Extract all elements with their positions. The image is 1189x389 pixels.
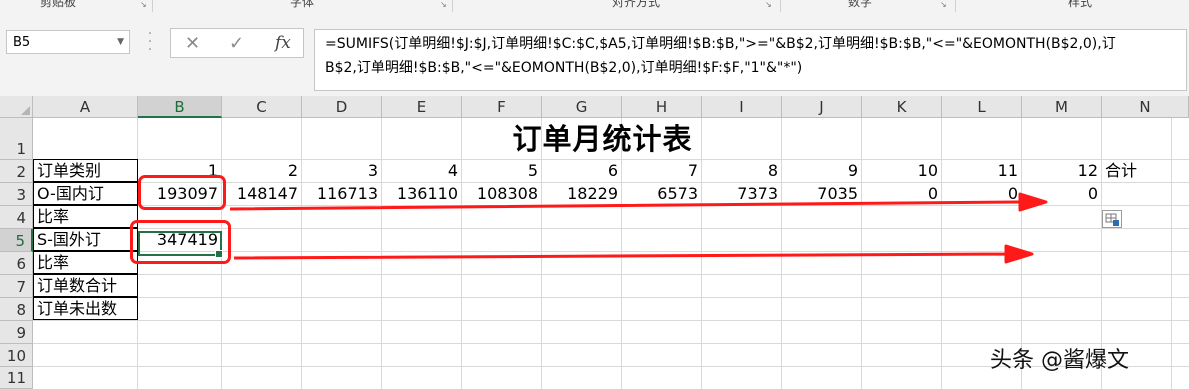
formula-text-line-2: B$2,订单明细!$B:$B,"<="&EOMONTH(B$2,0),订单明细!… xyxy=(325,60,803,76)
ribbon-group-font[interactable]: 字体 xyxy=(290,0,314,10)
ribbon-group-styles[interactable]: 样式 xyxy=(1068,0,1092,10)
ribbon-divider xyxy=(452,0,453,12)
chevron-down-icon[interactable]: ▼ xyxy=(117,37,124,47)
number-launcher-icon[interactable]: ↘ xyxy=(940,0,947,9)
formula-text-line-1: =SUMIFS(订单明细!$J:$J,订单明细!$C:$C,$A5,订单明细!$… xyxy=(325,36,1116,52)
formula-input[interactable]: =SUMIFS(订单明细!$J:$J,订单明细!$C:$C,$A5,订单明细!$… xyxy=(314,29,1187,91)
ribbon-divider xyxy=(152,0,153,12)
ribbon-divider xyxy=(780,0,781,12)
clipboard-launcher-icon[interactable]: ↘ xyxy=(140,0,147,9)
grip-dots-icon[interactable]: · · · xyxy=(146,27,154,57)
quick-analysis-icon[interactable] xyxy=(1102,210,1122,228)
formula-bar-area: B5 ▼ · · · ✕ ✓ fx =SUMIFS(订单明细!$J:$J,订单明细!… xyxy=(0,12,1189,96)
formula-buttons: ✕ ✓ fx xyxy=(170,28,304,58)
font-launcher-icon[interactable]: ↘ xyxy=(440,0,447,9)
arrow-row5 xyxy=(233,244,1034,264)
ribbon-group-clipboard[interactable]: 剪贴板 xyxy=(40,0,76,10)
spreadsheet-grid[interactable]: A B C D E F G H I J K L M N 1 2 3 4 5 6 … xyxy=(0,96,1189,389)
quick-analysis-glyph xyxy=(1105,213,1119,226)
alignment-launcher-icon[interactable]: ↘ xyxy=(765,0,772,9)
cancel-icon[interactable]: ✕ xyxy=(185,33,200,54)
name-box-value: B5 xyxy=(13,35,31,50)
watermark-text: 头条 @酱爆文 xyxy=(990,348,1129,373)
name-box[interactable]: B5 ▼ xyxy=(6,30,130,54)
ribbon-divider xyxy=(955,0,956,12)
arrow-row3 xyxy=(229,192,1048,212)
ribbon-group-alignment[interactable]: 对齐方式 xyxy=(612,0,660,10)
enter-icon[interactable]: ✓ xyxy=(229,33,244,54)
insert-function-icon[interactable]: fx xyxy=(275,33,291,53)
ribbon-group-number[interactable]: 数字 xyxy=(848,0,872,10)
